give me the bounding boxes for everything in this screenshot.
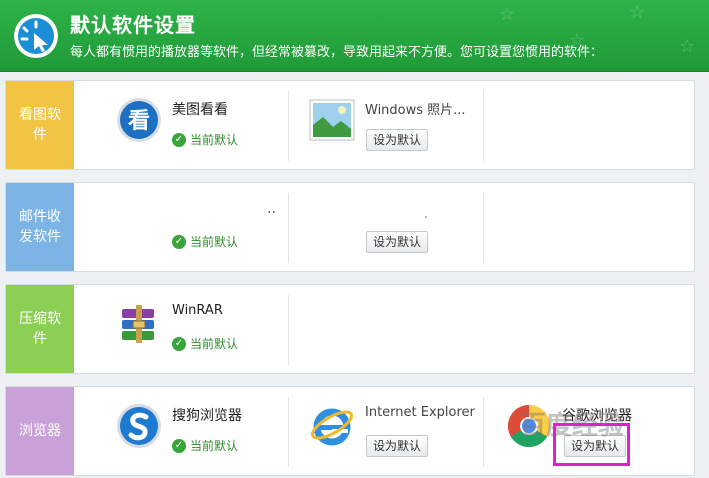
set-default-button[interactable]: 设为默认 (366, 231, 429, 253)
svg-text:看: 看 (128, 109, 150, 134)
check-icon: ✓ (172, 336, 186, 351)
set-default-button[interactable]: 设为默认 (366, 129, 429, 151)
category-label: 压缩软件 (6, 285, 74, 373)
set-default-button-chrome[interactable]: 设为默认 (564, 435, 627, 457)
app-name: Windows 照片... (365, 103, 466, 118)
current-default-status: ✓ 当前默认 (172, 233, 238, 250)
app-mail-current: .. ✓ 当前默认 (116, 193, 286, 263)
divider (288, 397, 289, 467)
divider (288, 91, 289, 161)
row-browser: 浏览器 搜狗浏览器 ✓ 当前默认 Internet Explorer 设为默认 (5, 386, 695, 476)
app-name: 搜狗浏览器 (172, 408, 242, 424)
sogou-browser-icon (117, 404, 161, 448)
divider (483, 397, 484, 467)
header-bar: 默认软件设置 每人都有惯用的播放器等软件，但经常被篡改，导致用起来不方便。您可设… (0, 0, 709, 72)
app-meitu: 看 美图看看 ✓ 当前默认 (116, 91, 286, 161)
app-name: . (424, 207, 429, 222)
divider (483, 91, 484, 161)
check-icon: ✓ (172, 132, 186, 147)
settings-cursor-icon (14, 14, 58, 58)
software-list: 看图软件 看 美图看看 ✓ 当前默认 Windows 照片... 设为默认 邮件… (0, 72, 709, 478)
ie-icon (311, 408, 353, 446)
current-default-status: ✓ 当前默认 (172, 335, 238, 352)
row-image-viewer: 看图软件 看 美图看看 ✓ 当前默认 Windows 照片... 设为默认 (5, 80, 695, 170)
windows-photo-icon (309, 99, 355, 141)
app-name: Internet Explorer (365, 405, 475, 420)
app-windows-photo: Windows 照片... 设为默认 (309, 91, 484, 161)
chrome-icon (507, 405, 551, 448)
app-winrar: WinRAR ✓ 当前默认 (116, 295, 286, 365)
divider (288, 295, 289, 365)
app-name: 美图看看 (172, 102, 228, 118)
app-name: .. (267, 201, 276, 217)
row-compression: 压缩软件 WinRAR ✓ 当前默认 (5, 284, 695, 374)
winrar-icon (122, 305, 154, 343)
set-default-button[interactable]: 设为默认 (366, 435, 429, 457)
app-mail-other: . 设为默认 (309, 193, 484, 263)
current-default-status: ✓ 当前默认 (172, 131, 238, 148)
check-icon: ✓ (172, 234, 186, 249)
row-mail-client: 邮件收发软件 .. ✓ 当前默认 . 设为默认 (5, 182, 695, 272)
category-label: 邮件收发软件 (6, 183, 74, 271)
divider (483, 193, 484, 263)
current-default-status: ✓ 当前默认 (172, 437, 238, 454)
app-chrome: 谷歌浏览器 设为默认 (506, 397, 686, 467)
meitu-kankan-icon: 看 (117, 98, 161, 142)
app-name: 谷歌浏览器 (562, 408, 632, 424)
category-label: 看图软件 (6, 81, 74, 169)
app-sogou-browser: 搜狗浏览器 ✓ 当前默认 (116, 397, 286, 467)
page-title: 默认软件设置 (70, 13, 196, 37)
app-internet-explorer: Internet Explorer 设为默认 (309, 397, 484, 467)
category-label: 浏览器 (6, 387, 74, 475)
header-decoration: ☆ ☆ ☆ ☆ (499, 2, 696, 57)
app-name: WinRAR (172, 303, 223, 318)
scrollbar[interactable] (699, 72, 709, 478)
divider (288, 193, 289, 263)
check-icon: ✓ (172, 438, 186, 453)
